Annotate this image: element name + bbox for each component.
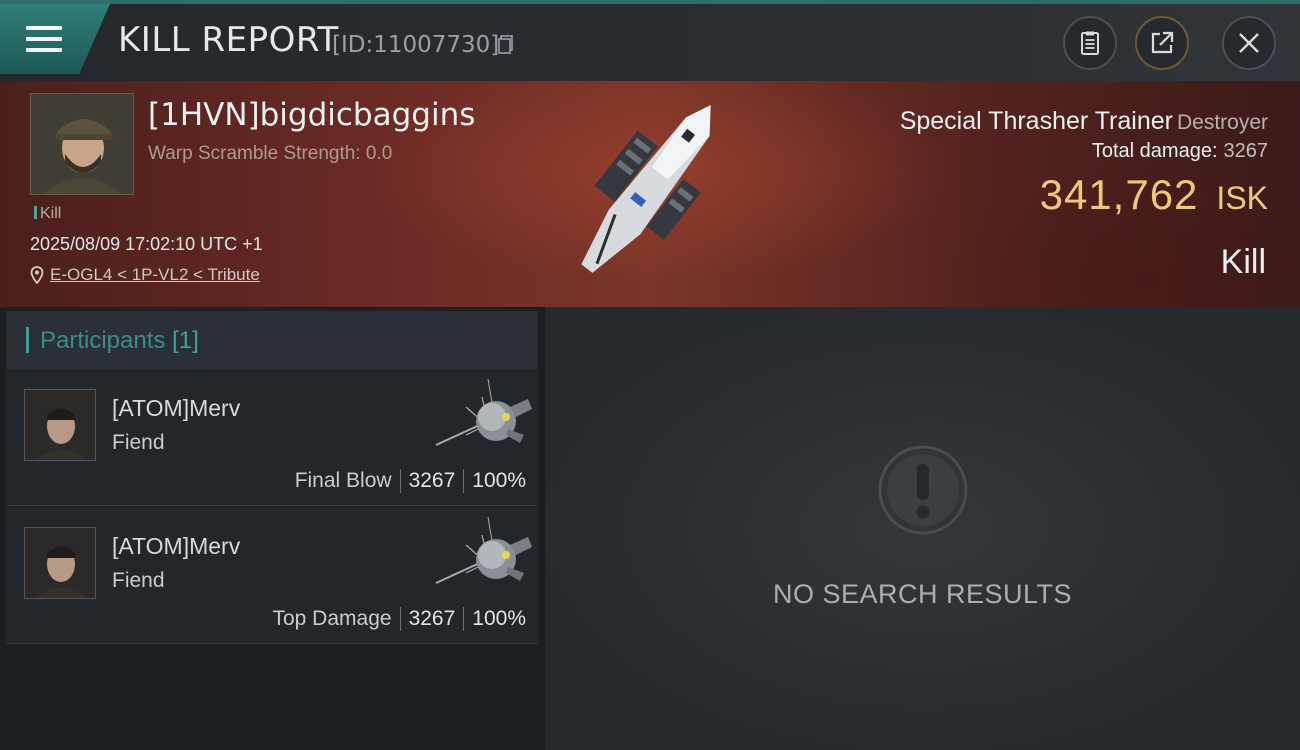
participant-percent: 100% (472, 469, 526, 492)
clipboard-icon (1081, 31, 1099, 55)
participants-count: [1] (172, 327, 199, 354)
victim-name[interactable]: [1HVN]bigdicbaggins (148, 97, 475, 133)
location-link[interactable]: E-OGL4 < 1P-VL2 < Tribute (50, 265, 260, 285)
participant-damage: 3267 (408, 607, 456, 630)
isk-value: 341,762 (1039, 171, 1199, 218)
share-icon (1151, 31, 1174, 54)
ship-class-text: Destroyer (1176, 111, 1268, 134)
participants-title: Participants (40, 327, 166, 354)
pilot-portrait-image (25, 390, 95, 460)
clipboard-button[interactable] (1063, 16, 1117, 70)
total-damage-label: Total damage: (1091, 140, 1218, 162)
ship-name-text[interactable]: Special Thrasher Trainer (900, 107, 1173, 135)
copy-icon[interactable] (498, 35, 514, 55)
participant-row[interactable]: [ATOM]Merv Fiend Final Blow 3267 100% (6, 369, 538, 506)
participant-name[interactable]: [ATOM]Merv (112, 533, 240, 560)
participant-ship: Fiend (112, 431, 165, 454)
participant-avatar[interactable] (24, 389, 96, 461)
victim-ship-name: Special Thrasher Trainer Destroyer (900, 107, 1268, 136)
close-icon (1239, 33, 1259, 53)
participant-role: Top Damage (272, 607, 392, 630)
participant-stats: Final Blow 3267 100% (295, 469, 526, 493)
page-title: KILL REPORT (118, 20, 339, 60)
details-panel: NO SEARCH RESULTS (545, 307, 1300, 750)
warp-scramble-strength: Warp Scramble Strength: 0.0 (148, 143, 393, 164)
divider (399, 607, 401, 631)
victim-portrait[interactable] (30, 93, 134, 195)
victim-ship-render (581, 105, 711, 273)
participant-percent: 100% (472, 607, 526, 630)
kill-tag: Kill (34, 205, 61, 223)
isk-value-row: 341,762 ISK (1040, 171, 1268, 219)
participant-damage: 3267 (408, 469, 456, 492)
kill-banner: [1HVN]bigdicbaggins Warp Scramble Streng… (0, 81, 1300, 307)
participant-name[interactable]: [ATOM]Merv (112, 395, 240, 422)
close-button[interactable] (1222, 16, 1276, 70)
participants-header: Participants [1] (6, 311, 538, 369)
divider (463, 607, 465, 631)
report-id: [ID:11007730] (332, 32, 500, 58)
location-pin-icon (30, 266, 44, 284)
kill-result-label: Kill (1220, 243, 1266, 281)
participant-avatar[interactable] (24, 527, 96, 599)
kill-location[interactable]: E-OGL4 < 1P-VL2 < Tribute (30, 265, 260, 285)
divider (463, 469, 465, 493)
divider (399, 469, 401, 493)
isk-unit: ISK (1216, 180, 1268, 216)
empty-state-message: NO SEARCH RESULTS (772, 579, 1073, 609)
participant-ship-icon[interactable] (426, 377, 536, 469)
pilot-portrait-image (25, 528, 95, 598)
total-damage: Total damage: 3267 (1092, 140, 1268, 163)
kill-timestamp: 2025/08/09 17:02:10 UTC +1 (30, 234, 263, 254)
total-damage-value: 3267 (1223, 140, 1269, 162)
participant-row[interactable]: [ATOM]Merv Fiend Top Damage 3267 100% (6, 507, 538, 644)
share-button[interactable] (1135, 16, 1189, 70)
participant-stats: Top Damage 3267 100% (272, 607, 526, 631)
hamburger-menu-icon (26, 26, 62, 54)
header-accent-bar (26, 327, 29, 353)
participants-panel: Participants [1] [ATOM]Merv Fiend Final … (0, 307, 544, 750)
participant-ship: Fiend (112, 569, 165, 592)
participant-ship-icon[interactable] (426, 515, 536, 607)
pilot-portrait-image (31, 94, 133, 194)
participant-role: Final Blow (294, 469, 392, 492)
exclamation-circle-icon (878, 445, 968, 535)
